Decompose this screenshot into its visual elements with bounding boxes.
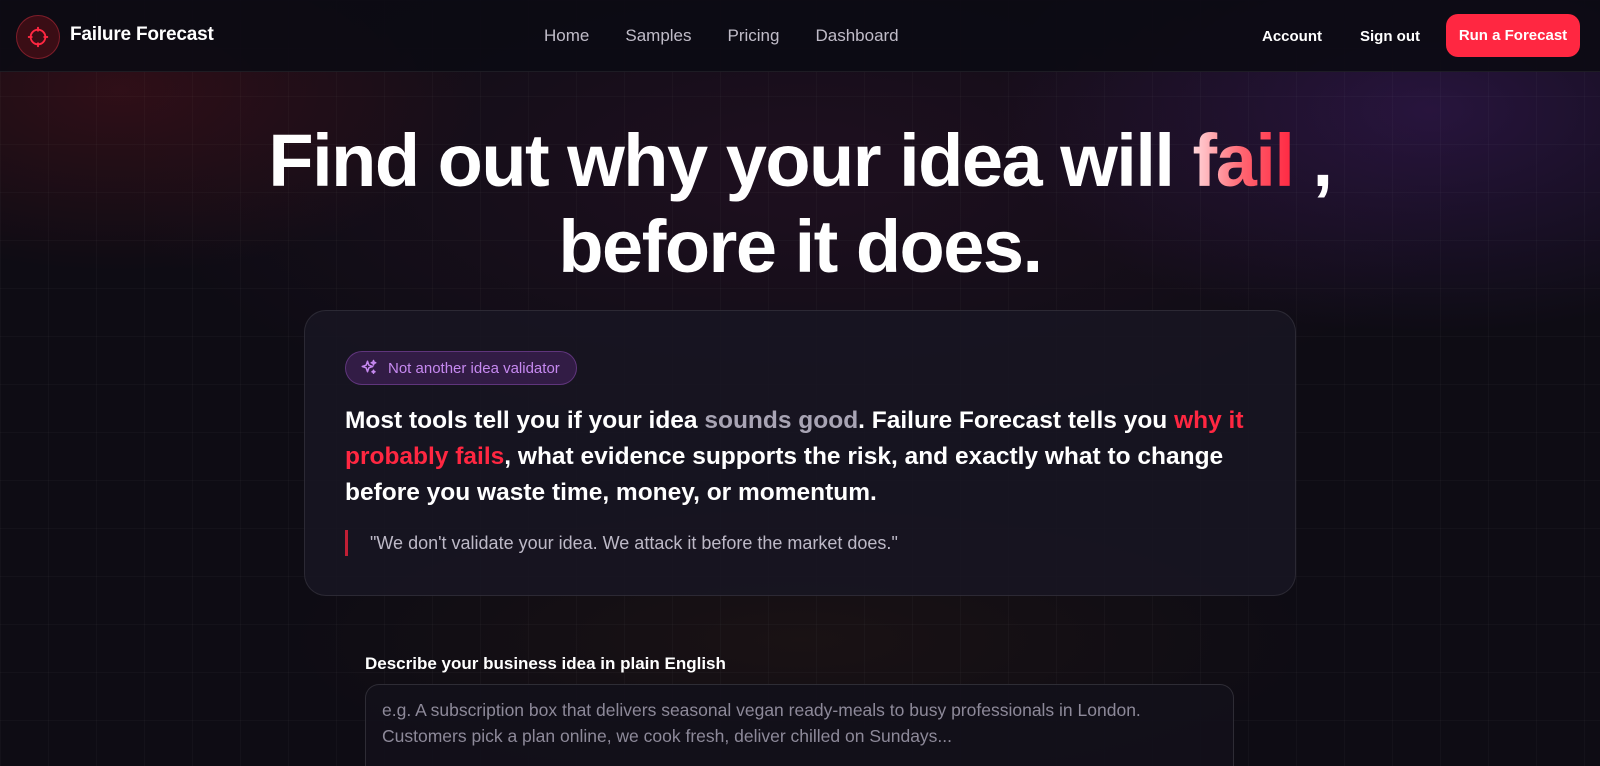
nav-links: Home Samples Pricing Dashboard	[544, 26, 899, 46]
nav-link-home[interactable]: Home	[544, 26, 589, 46]
value-text-part2: . Failure Forecast tells you	[858, 407, 1175, 434]
idea-description-input[interactable]	[365, 684, 1234, 766]
value-text-part1: Most tools tell you if your idea	[345, 407, 705, 434]
sparkles-icon	[361, 359, 377, 374]
value-proposition-card: Not another idea validator Most tools te…	[304, 310, 1296, 596]
account-link[interactable]: Account	[1262, 28, 1322, 45]
nav-link-dashboard[interactable]: Dashboard	[815, 26, 898, 46]
brand-name[interactable]: Failure Forecast	[70, 24, 214, 46]
nav-link-samples[interactable]: Samples	[625, 26, 691, 46]
value-proposition-text: Most tools tell you if your idea sounds …	[345, 403, 1245, 511]
navbar: Failure Forecast Home Samples Pricing Da…	[0, 0, 1600, 72]
badge-label: Not another idea validator	[388, 359, 560, 377]
badge: Not another idea validator	[345, 351, 577, 385]
hero-line2-text: before it does.	[558, 205, 1043, 288]
nav-link-pricing[interactable]: Pricing	[728, 26, 780, 46]
sign-out-link-wrap: Sign out	[1360, 0, 1420, 72]
account-link-wrap: Account	[1262, 0, 1322, 72]
crosshair-icon	[27, 26, 49, 48]
hero-line1-punctuation: ,	[1293, 119, 1334, 202]
hero-line1-text: Find out why your idea will	[268, 119, 1193, 202]
sign-out-button[interactable]: Sign out	[1360, 28, 1420, 45]
value-text-muted: sounds good	[704, 407, 859, 434]
hero-accent-word: fail	[1192, 119, 1295, 202]
hero-headline: Find out why your idea will fail , befor…	[0, 118, 1600, 290]
idea-input-label: Describe your business idea in plain Eng…	[365, 654, 726, 673]
logo[interactable]	[16, 15, 60, 59]
run-forecast-button[interactable]: Run a Forecast	[1446, 14, 1580, 57]
tagline-quote: "We don't validate your idea. We attack …	[345, 530, 898, 556]
